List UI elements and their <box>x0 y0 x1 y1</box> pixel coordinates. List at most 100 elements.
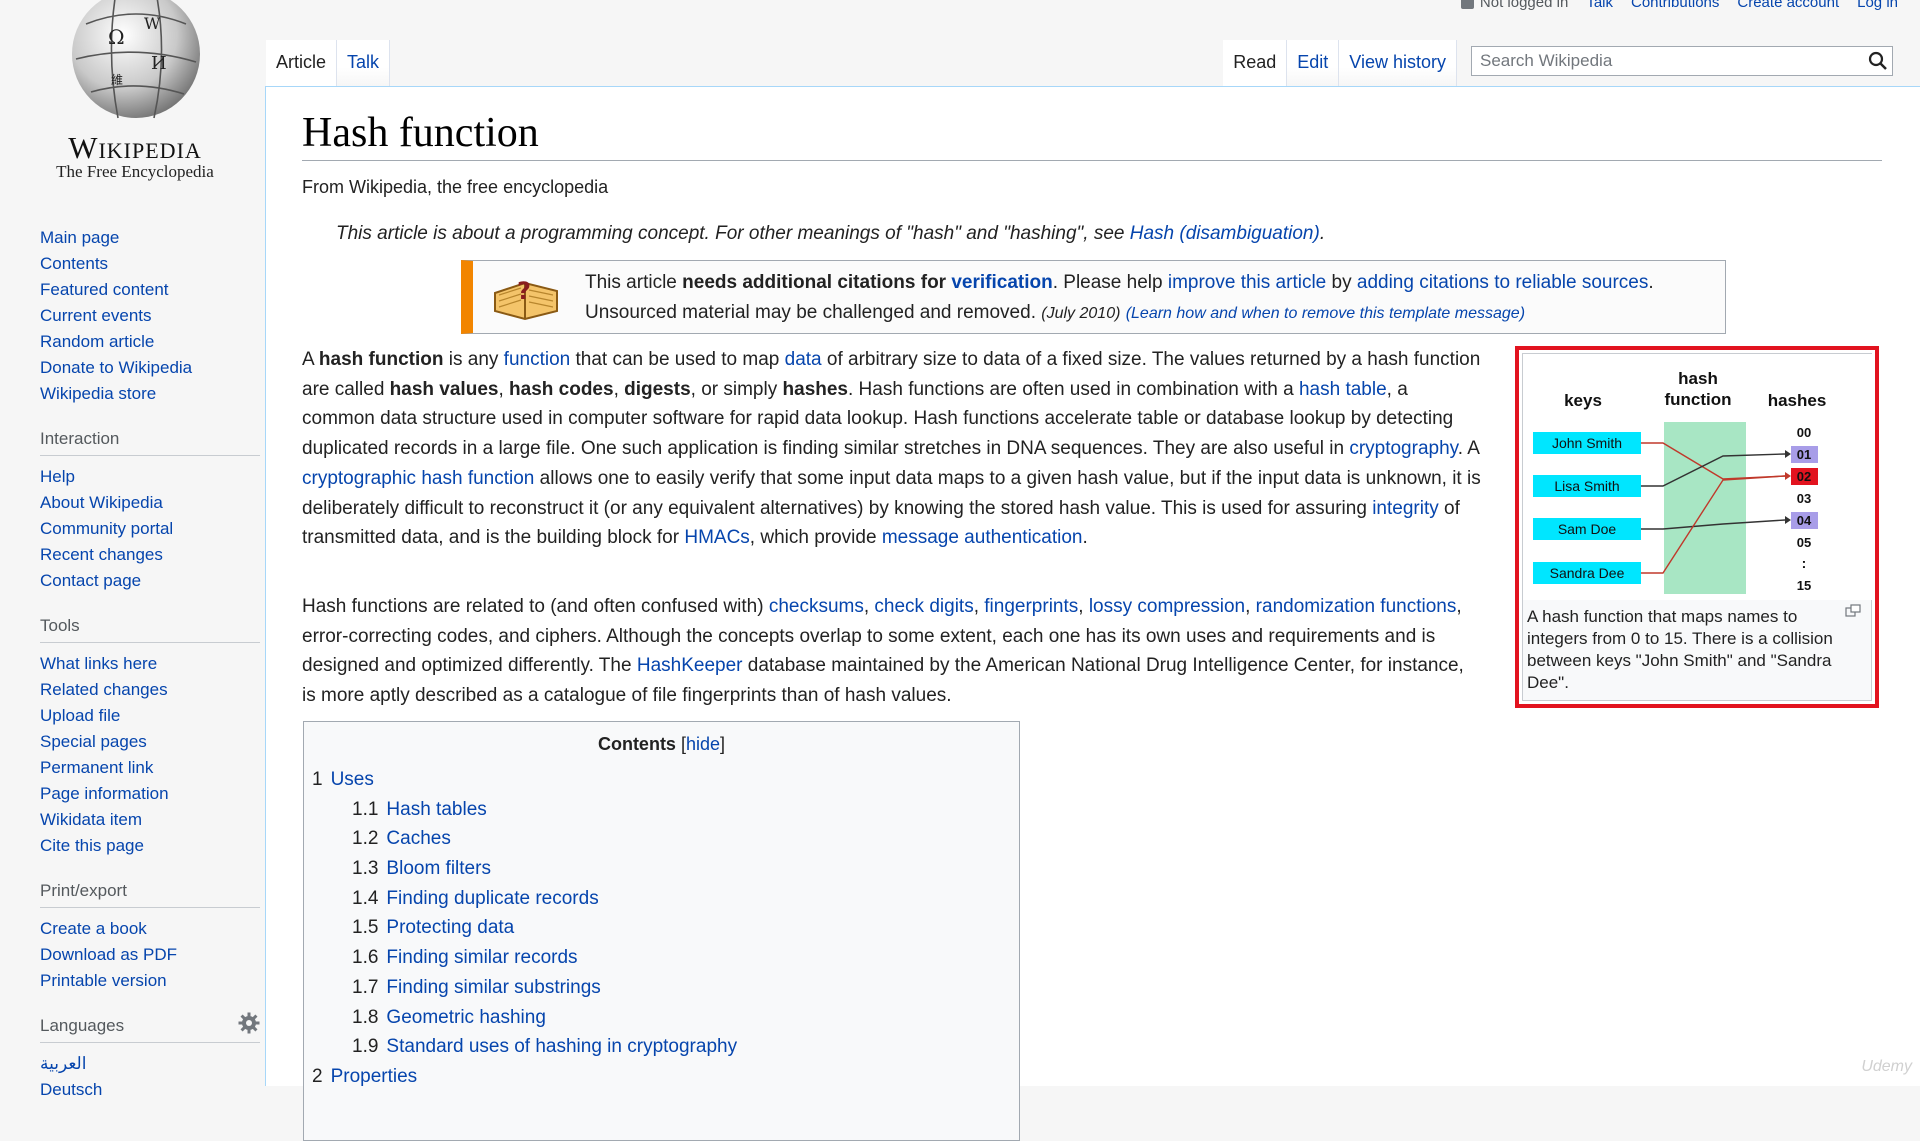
sidebar-item-cite-this-page[interactable]: Cite this page <box>40 836 144 855</box>
link-lossy-compression[interactable]: lossy compression <box>1089 596 1245 617</box>
hash-15: 15 <box>1797 578 1811 593</box>
toc-item[interactable]: 1.2 Caches <box>312 824 1019 854</box>
tab-view-history[interactable]: View history <box>1339 40 1457 86</box>
toc-link[interactable]: Protecting data <box>386 917 514 938</box>
gear-icon[interactable] <box>238 1012 260 1034</box>
sidebar-item-contents[interactable]: Contents <box>40 254 108 273</box>
link-hmacs[interactable]: HMACs <box>684 527 749 548</box>
link-checksums[interactable]: checksums <box>769 596 864 617</box>
toc-item[interactable]: 1.8 Geometric hashing <box>312 1003 1019 1033</box>
sidebar-item-recent-changes[interactable]: Recent changes <box>40 545 163 564</box>
sidebar-item-main-page[interactable]: Main page <box>40 228 119 247</box>
toc-item[interactable]: 1.3 Bloom filters <box>312 854 1019 884</box>
sidebar-item-current-events[interactable]: Current events <box>40 306 152 325</box>
link-fingerprints[interactable]: fingerprints <box>984 596 1078 617</box>
link-randomization-functions[interactable]: randomization functions <box>1256 596 1457 617</box>
text: that can be used to map <box>570 349 785 370</box>
sidebar-item-random-article[interactable]: Random article <box>40 332 154 351</box>
toc-number: 1.4 <box>352 887 379 909</box>
link-data[interactable]: data <box>785 349 822 370</box>
sidebar-item-community-portal[interactable]: Community portal <box>40 519 173 538</box>
toc-link[interactable]: Hash tables <box>386 799 486 820</box>
sidebar-tools: Tools What links here Related changes Up… <box>40 616 260 859</box>
sidebar-item-about[interactable]: About Wikipedia <box>40 493 163 512</box>
contributions-link[interactable]: Contributions <box>1631 0 1719 11</box>
toc-link[interactable]: Properties <box>331 1066 418 1087</box>
toc-number: 2 <box>312 1065 323 1087</box>
verification-link[interactable]: verification <box>951 272 1052 293</box>
tab-edit[interactable]: Edit <box>1287 40 1340 86</box>
search-input[interactable] <box>1472 47 1868 75</box>
sidebar-item-upload-file[interactable]: Upload file <box>40 706 120 725</box>
toc-link[interactable]: Bloom filters <box>386 858 491 879</box>
text: is any <box>443 349 504 370</box>
toc-item[interactable]: 1.6 Finding similar records <box>312 943 1019 973</box>
bold-term: hash values <box>389 378 499 400</box>
ambox-text-2: . Please help <box>1052 272 1168 293</box>
toc-item[interactable]: 1.1 Hash tables <box>312 795 1019 825</box>
toc-link[interactable]: Standard uses of hashing in cryptography <box>386 1036 737 1057</box>
sidebar-item-wikidata-item[interactable]: Wikidata item <box>40 810 142 829</box>
wikipedia-logo[interactable]: Ω W И 維 Wikipedia The Free Encyclopedia <box>30 0 240 190</box>
link-cryptography[interactable]: cryptography <box>1349 438 1457 459</box>
toc-link[interactable]: Caches <box>386 828 450 849</box>
sidebar-item-language-arabic[interactable]: العربية <box>40 1054 86 1073</box>
talk-link[interactable]: Talk <box>1586 0 1613 11</box>
link-check-digits[interactable]: check digits <box>874 596 973 617</box>
toc-link[interactable]: Finding similar substrings <box>386 977 600 998</box>
sidebar-item-help[interactable]: Help <box>40 467 75 486</box>
tab-talk[interactable]: Talk <box>337 40 391 86</box>
sidebar-item-featured-content[interactable]: Featured content <box>40 280 169 299</box>
link-function[interactable]: function <box>504 349 571 370</box>
sidebar-item-related-changes[interactable]: Related changes <box>40 680 168 699</box>
sidebar-item-language-deutsch[interactable]: Deutsch <box>40 1080 102 1099</box>
toc-item[interactable]: 2 Properties <box>312 1062 1019 1092</box>
hatnote-link[interactable]: Hash (disambiguation) <box>1130 223 1320 244</box>
improve-article-link[interactable]: improve this article <box>1168 272 1326 293</box>
toc-item[interactable]: 1.4 Finding duplicate records <box>312 884 1019 914</box>
toc-item[interactable]: 1.9 Standard uses of hashing in cryptogra… <box>312 1032 1019 1062</box>
toc-item[interactable]: 1.5 Protecting data <box>312 913 1019 943</box>
log-in-link[interactable]: Log in <box>1857 0 1898 11</box>
adding-citations-link[interactable]: adding citations to reliable sources <box>1357 272 1649 293</box>
tab-read[interactable]: Read <box>1223 40 1288 86</box>
key-label-lisa: Lisa Smith <box>1554 478 1619 494</box>
key-label-john: John Smith <box>1552 435 1622 451</box>
create-account-link[interactable]: Create account <box>1737 0 1839 11</box>
link-cryptographic-hash-function[interactable]: cryptographic hash function <box>302 468 534 489</box>
link-hashkeeper[interactable]: HashKeeper <box>637 655 743 676</box>
sidebar-languages: Languages العربية Deutsch <box>40 1012 260 1103</box>
link-message-authentication[interactable]: message authentication <box>882 527 1083 548</box>
link-hash-table[interactable]: hash table <box>1299 379 1387 400</box>
hash-function-diagram[interactable]: keys hash function hashes John Smith Lis… <box>1523 354 1873 600</box>
tab-article[interactable]: Article <box>266 40 338 86</box>
figure-frame: keys hash function hashes John Smith Lis… <box>1522 353 1873 701</box>
link-integrity[interactable]: integrity <box>1372 498 1439 519</box>
hash-ellipsis: : <box>1802 555 1807 571</box>
sidebar-item-page-information[interactable]: Page information <box>40 784 169 803</box>
learn-how-link[interactable]: (Learn how and when to remove this templ… <box>1126 305 1525 322</box>
sidebar-item-donate[interactable]: Donate to Wikipedia <box>40 358 192 377</box>
table-of-contents: Contents [hide] 1 Uses 1.1 Hash tables 1.2 Ca… <box>303 721 1020 1141</box>
sidebar-item-permanent-link[interactable]: Permanent link <box>40 758 153 777</box>
sidebar-item-printable-version[interactable]: Printable version <box>40 971 167 990</box>
search-icon[interactable] <box>1868 51 1888 71</box>
bold-term: digests <box>624 378 691 400</box>
toc-item[interactable]: 1 Uses <box>312 765 1019 795</box>
not-logged-in: Not logged in <box>1460 0 1568 11</box>
sidebar-item-contact-page[interactable]: Contact page <box>40 571 141 590</box>
toc-link[interactable]: Uses <box>331 769 374 790</box>
sidebar-item-store[interactable]: Wikipedia store <box>40 384 156 403</box>
sidebar-item-download-pdf[interactable]: Download as PDF <box>40 945 177 964</box>
sidebar-item-what-links-here[interactable]: What links here <box>40 654 157 673</box>
text: , <box>498 378 510 400</box>
toc-link[interactable]: Finding duplicate records <box>386 888 598 909</box>
sidebar-item-special-pages[interactable]: Special pages <box>40 732 147 751</box>
key-label-sandra: Sandra Dee <box>1550 565 1625 581</box>
bold-term: hash codes <box>509 378 614 400</box>
toc-item[interactable]: 1.7 Finding similar substrings <box>312 973 1019 1003</box>
toc-hide-toggle[interactable]: hide <box>686 734 720 754</box>
toc-link[interactable]: Finding similar records <box>386 947 577 968</box>
toc-link[interactable]: Geometric hashing <box>386 1007 545 1028</box>
sidebar-item-create-book[interactable]: Create a book <box>40 919 147 938</box>
